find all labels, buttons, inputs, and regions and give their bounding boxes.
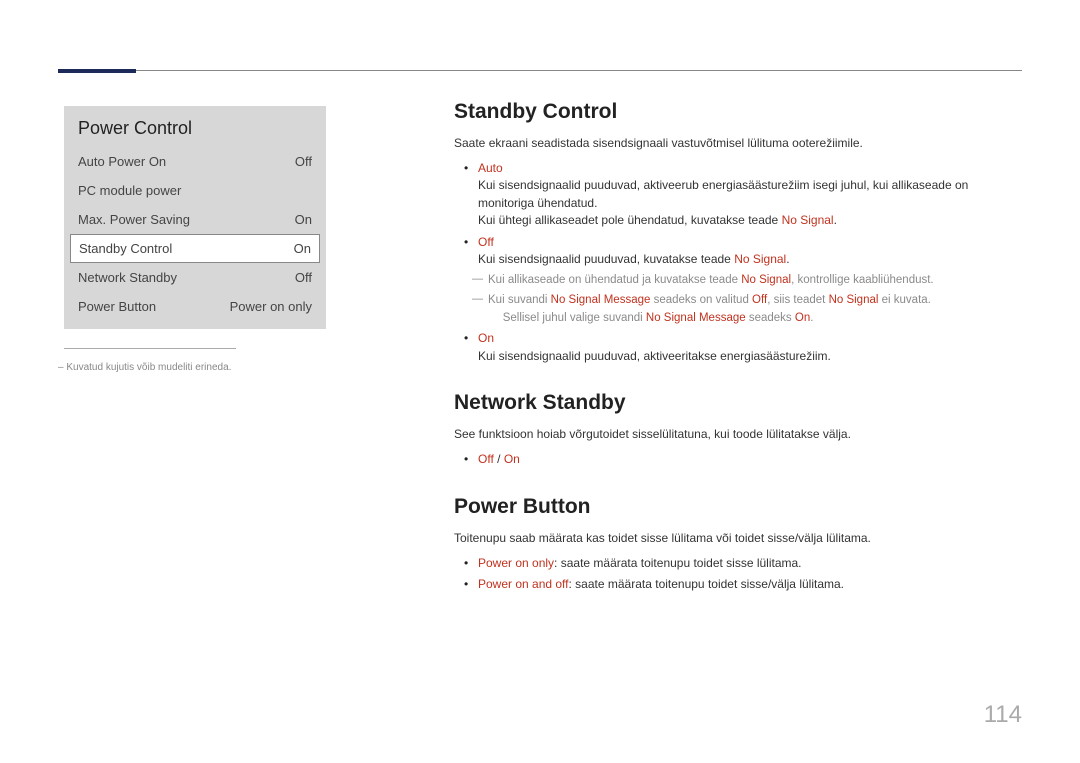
option-text: Kui sisendsignaalid puuduvad, aktiveerub… xyxy=(478,178,968,209)
standby-intro: Saate ekraani seadistada sisendsignaali … xyxy=(454,134,1020,152)
panel-title: Power Control xyxy=(64,106,326,147)
panel-row-label: Auto Power On xyxy=(78,154,166,169)
option-label: Power on only xyxy=(478,556,554,570)
standby-off-subnote-3: — Sellisel juhul valige suvandi No Signa… xyxy=(478,310,1020,327)
option-text: : saate määrata toitenupu toidet sisse l… xyxy=(554,556,801,570)
heading-power-button: Power Button xyxy=(454,495,1020,519)
heading-standby-control: Standby Control xyxy=(454,100,1020,124)
panel-row-value: Off xyxy=(295,270,312,285)
note-divider xyxy=(64,348,236,349)
network-options: Off / On xyxy=(454,451,1020,468)
panel-row-label: Max. Power Saving xyxy=(78,212,190,227)
header-accent xyxy=(58,69,136,73)
panel-row-label: Power Button xyxy=(78,299,156,314)
standby-off-subnote-2: Kui suvandi No Signal Message seadeks on… xyxy=(478,292,1020,309)
content-area: Standby Control Saate ekraani seadistada… xyxy=(454,100,1020,597)
inline-term: No Signal xyxy=(734,252,786,266)
powerbtn-option-on-and-off: Power on and off: saate määrata toitenup… xyxy=(454,576,1020,593)
panel-row-pc-module-power[interactable]: PC module power xyxy=(64,176,326,205)
option-text: : saate määrata toitenupu toidet sisse/v… xyxy=(569,577,844,591)
option-label: On xyxy=(478,331,494,345)
powerbtn-option-on-only: Power on only: saate määrata toitenupu t… xyxy=(454,555,1020,572)
panel-row-value: On xyxy=(295,212,312,227)
option-text: Kui sisendsignaalid puuduvad, aktiveerit… xyxy=(478,349,831,363)
option-text: Kui sisendsignaalid puuduvad, kuvatakse … xyxy=(478,252,734,266)
standby-off-subnote-1: Kui allikaseade on ühendatud ja kuvataks… xyxy=(478,272,1020,289)
option-on: On xyxy=(504,452,520,466)
option-label: Power on and off xyxy=(478,577,569,591)
panel-row-auto-power-on[interactable]: Auto Power On Off xyxy=(64,147,326,176)
panel-row-standby-control[interactable]: Standby Control On xyxy=(70,234,320,263)
option-off: Off xyxy=(478,452,494,466)
option-text: . xyxy=(834,213,837,227)
panel-row-label: Standby Control xyxy=(79,241,172,256)
option-text: . xyxy=(786,252,789,266)
inline-term: No Signal xyxy=(782,213,834,227)
page-number: 114 xyxy=(984,701,1022,729)
header-rule xyxy=(58,70,1022,71)
panel-row-power-button[interactable]: Power Button Power on only xyxy=(64,292,326,321)
option-label: Off xyxy=(478,235,494,249)
standby-option-auto: Auto Kui sisendsignaalid puuduvad, aktiv… xyxy=(454,160,1020,230)
network-intro: See funktsioon hoiab võrgutoidet sisselü… xyxy=(454,425,1020,443)
option-text: Kui ühtegi allikaseadet pole ühendatud, … xyxy=(478,213,782,227)
panel-row-label: PC module power xyxy=(78,183,181,198)
option-sep: / xyxy=(494,452,504,466)
powerbtn-intro: Toitenupu saab määrata kas toidet sisse … xyxy=(454,529,1020,547)
standby-option-off: Off Kui sisendsignaalid puuduvad, kuvata… xyxy=(454,234,1020,269)
model-note: – Kuvatud kujutis võib mudeliti erineda. xyxy=(58,362,328,373)
panel-row-value: Off xyxy=(295,154,312,169)
panel-row-value: Power on only xyxy=(230,299,312,314)
panel-row-label: Network Standby xyxy=(78,270,177,285)
power-control-panel: Power Control Auto Power On Off PC modul… xyxy=(64,106,326,329)
panel-row-value: On xyxy=(294,241,311,256)
standby-option-on: On Kui sisendsignaalid puuduvad, aktivee… xyxy=(454,330,1020,365)
panel-row-max-power-saving[interactable]: Max. Power Saving On xyxy=(64,205,326,234)
option-label: Auto xyxy=(478,161,503,175)
heading-network-standby: Network Standby xyxy=(454,391,1020,415)
panel-row-network-standby[interactable]: Network Standby Off xyxy=(64,263,326,292)
